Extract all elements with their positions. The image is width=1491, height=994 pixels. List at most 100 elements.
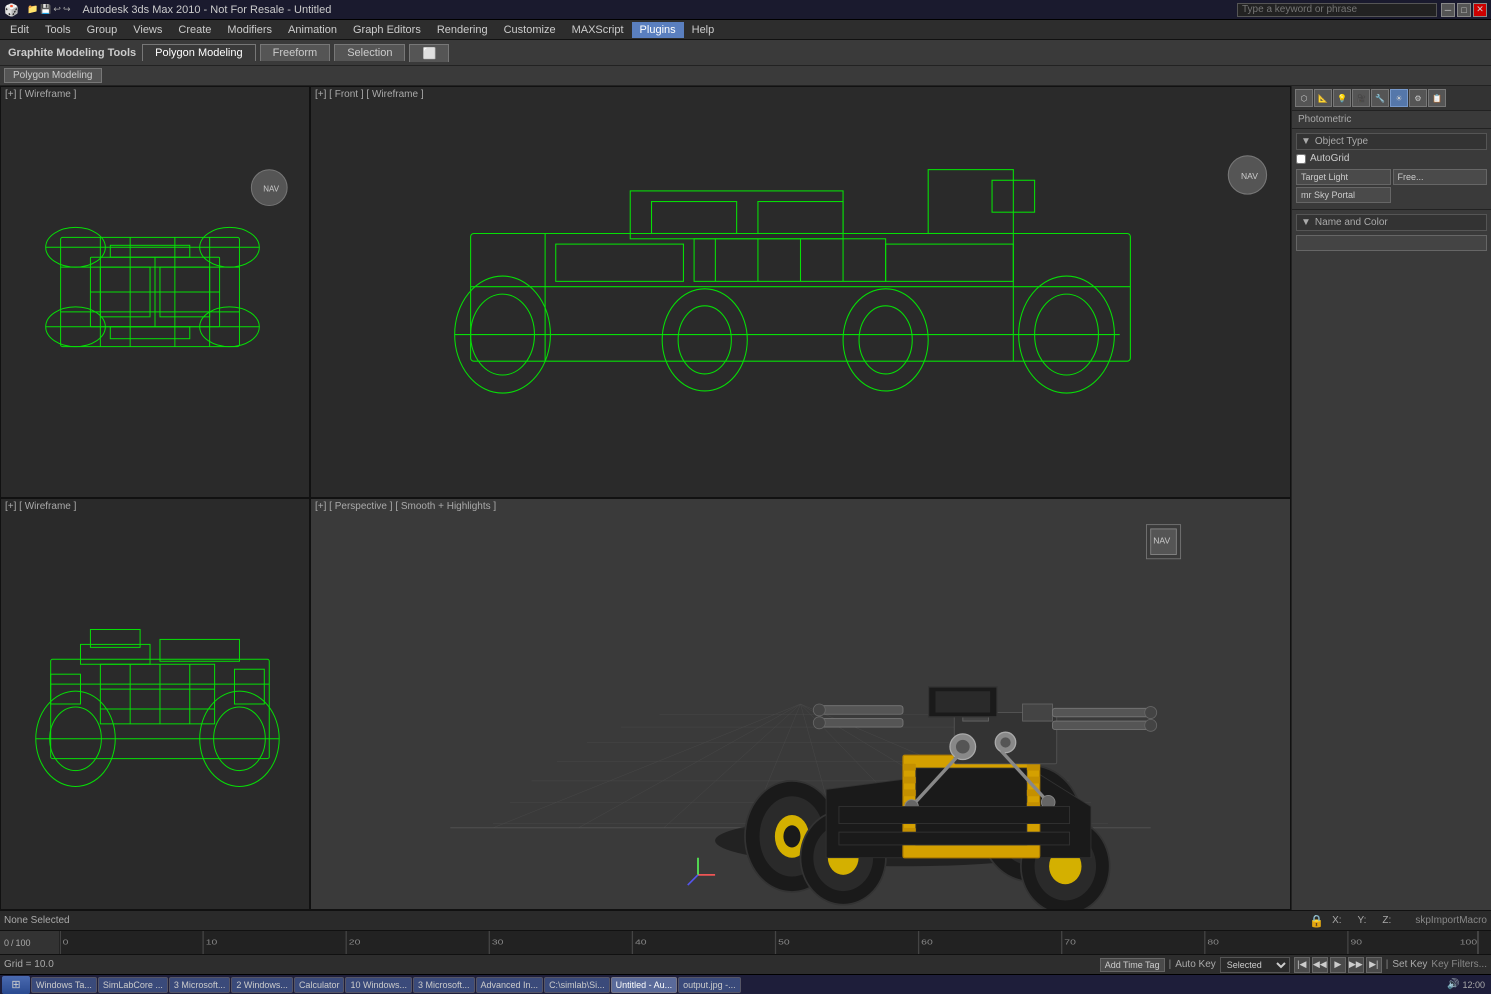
menu-help[interactable]: Help — [684, 22, 723, 38]
menu-tools[interactable]: Tools — [37, 22, 79, 38]
tab-freeform[interactable]: Freeform — [260, 44, 331, 61]
object-type-header[interactable]: ▼ Object Type — [1296, 133, 1487, 150]
taskbar-windows10[interactable]: 10 Windows... — [345, 977, 412, 993]
svg-text:90: 90 — [1351, 938, 1363, 946]
name-color-collapse-icon: ▼ — [1301, 217, 1311, 228]
svg-text:NAV: NAV — [1153, 535, 1170, 545]
sound-icon[interactable]: 🔊 — [1447, 979, 1459, 990]
taskbar-simlab[interactable]: SimLabCore ... — [98, 977, 168, 993]
perspective-svg: NAV — [311, 499, 1290, 909]
menu-rendering[interactable]: Rendering — [429, 22, 496, 38]
menu-group[interactable]: Group — [79, 22, 126, 38]
y-coord-label: Y: — [1358, 915, 1367, 926]
timeline-ticks-svg: 0 10 20 30 40 50 60 70 80 90 100 — [60, 931, 1491, 954]
panel-icon-6[interactable]: ☀ — [1390, 89, 1408, 107]
taskbar-windows2[interactable]: 2 Windows... — [231, 977, 293, 993]
macro-text: skpImportMacro — [1415, 915, 1487, 926]
viewport-perspective[interactable]: [+] [ Perspective ] [ Smooth + Highlight… — [310, 498, 1291, 910]
vp-top-left-label: [+] [ Wireframe ] — [5, 89, 76, 100]
status-bar: None Selected 🔒 X: Y: Z: skpImportMacro — [0, 910, 1491, 930]
panel-icon-1[interactable]: ⬡ — [1295, 89, 1313, 107]
search-input[interactable] — [1237, 3, 1437, 17]
keyfilters-label: Key Filters... — [1431, 959, 1487, 970]
tab-polygon-modeling[interactable]: Polygon Modeling — [142, 44, 255, 61]
z-coord-label: Z: — [1382, 915, 1391, 926]
next-frame-button[interactable]: ▶▶ — [1348, 957, 1364, 973]
viewport-bottom-left[interactable]: [+] [ Wireframe ] — [0, 498, 310, 910]
taskbar-microsoft2[interactable]: 3 Microsoft... — [413, 977, 475, 993]
menu-graph-editors[interactable]: Graph Editors — [345, 22, 429, 38]
menu-create[interactable]: Create — [170, 22, 219, 38]
polygon-modeling-tab[interactable]: Polygon Modeling — [4, 68, 102, 83]
svg-text:NAV: NAV — [263, 185, 279, 194]
autokey-dropdown[interactable]: Selected — [1220, 957, 1290, 973]
panel-icon-3[interactable]: 💡 — [1333, 89, 1351, 107]
autogrid-checkbox[interactable] — [1296, 154, 1306, 164]
wireframe-front-svg: NAV — [311, 87, 1290, 497]
panel-icon-4[interactable]: 🎥 — [1352, 89, 1370, 107]
prev-frame-button[interactable]: ◀◀ — [1312, 957, 1328, 973]
light-buttons: Target Light Free... mr Sky Portal — [1296, 167, 1487, 205]
autokey-label: Auto Key — [1175, 959, 1216, 970]
svg-text:80: 80 — [1207, 938, 1219, 946]
timeline: 0 / 100 0 10 20 30 40 50 60 70 80 90 — [0, 930, 1491, 954]
timeline-start-label: 0 — [4, 938, 9, 948]
panel-icon-7[interactable]: ⚙ — [1409, 89, 1427, 107]
title-bar-left: 🎲 📁 💾 ↩ ↪ Autodesk 3ds Max 2010 - Not Fo… — [4, 3, 331, 17]
menu-edit[interactable]: Edit — [2, 22, 37, 38]
maximize-button[interactable]: □ — [1457, 3, 1471, 17]
target-light-button[interactable]: Target Light — [1296, 169, 1391, 185]
svg-text:100: 100 — [1460, 938, 1477, 946]
playback-controls: |◀ ◀◀ ▶ ▶▶ ▶| — [1294, 957, 1382, 973]
taskbar-output-jpg[interactable]: output.jpg -... — [678, 977, 741, 993]
viewports-grid: [+] [ Wireframe ] — [0, 86, 1291, 910]
name-color-header[interactable]: ▼ Name and Color — [1296, 214, 1487, 231]
right-panel: ⬡ 📐 💡 🎥 🔧 ☀ ⚙ 📋 Photometric ▼ Object Typ… — [1291, 86, 1491, 910]
minimize-button[interactable]: ─ — [1441, 3, 1455, 17]
bottom-controls-bar: Grid = 10.0 Add Time Tag | Auto Key Sele… — [0, 954, 1491, 974]
taskbar-calculator[interactable]: Calculator — [294, 977, 345, 993]
wireframe-top-svg: NAV — [1, 87, 309, 497]
svg-text:40: 40 — [635, 938, 647, 946]
secondary-toolbar: Polygon Modeling — [0, 66, 1491, 86]
timeline-end-label: 100 — [16, 938, 31, 948]
add-time-tag-btn[interactable]: Add Time Tag — [1100, 958, 1165, 972]
menu-customize[interactable]: Customize — [496, 22, 564, 38]
menu-views[interactable]: Views — [125, 22, 170, 38]
menu-modifiers[interactable]: Modifiers — [219, 22, 280, 38]
free-light-button[interactable]: Free... — [1393, 169, 1488, 185]
tab-selection[interactable]: Selection — [334, 44, 405, 61]
start-button[interactable]: ⊞ — [2, 976, 30, 994]
panel-icon-5[interactable]: 🔧 — [1371, 89, 1389, 107]
svg-text:20: 20 — [349, 938, 361, 946]
title-bar-icons: 📁 💾 ↩ ↪ — [27, 4, 71, 15]
go-to-end-button[interactable]: ▶| — [1366, 957, 1382, 973]
x-coord-label: X: — [1332, 915, 1341, 926]
taskbar-windows-ta[interactable]: Windows Ta... — [31, 977, 97, 993]
taskbar-untitled-au[interactable]: Untitled - Au... — [611, 977, 678, 993]
modeling-toolbar-label: Graphite Modeling Tools — [4, 47, 140, 59]
panel-icon-2[interactable]: 📐 — [1314, 89, 1332, 107]
collapse-icon: ▼ — [1301, 136, 1311, 147]
name-color-section: ▼ Name and Color — [1292, 209, 1491, 255]
taskbar-advanced[interactable]: Advanced In... — [476, 977, 544, 993]
mr-sky-portal-button[interactable]: mr Sky Portal — [1296, 187, 1391, 203]
timeline-start: 0 / 100 — [0, 931, 60, 954]
panel-icon-8[interactable]: 📋 — [1428, 89, 1446, 107]
viewport-top-right[interactable]: [+] [ Front ] [ Wireframe ] — [310, 86, 1291, 498]
setkey-label: Set Key — [1392, 959, 1427, 970]
svg-text:30: 30 — [492, 938, 504, 946]
play-button[interactable]: ▶ — [1330, 957, 1346, 973]
menu-plugins[interactable]: Plugins — [632, 22, 684, 38]
viewport-top-left[interactable]: [+] [ Wireframe ] — [0, 86, 310, 498]
taskbar-simlab-path[interactable]: C:\simlab\Si... — [544, 977, 610, 993]
go-to-start-button[interactable]: |◀ — [1294, 957, 1310, 973]
menu-animation[interactable]: Animation — [280, 22, 345, 38]
taskbar-microsoft1[interactable]: 3 Microsoft... — [169, 977, 231, 993]
timeline-track[interactable]: 0 10 20 30 40 50 60 70 80 90 100 — [60, 931, 1491, 954]
close-button[interactable]: ✕ — [1473, 3, 1487, 17]
tab-options[interactable]: ⬜ — [409, 44, 449, 62]
menu-bar: Edit Tools Group Views Create Modifiers … — [0, 20, 1491, 40]
svg-text:10: 10 — [206, 938, 218, 946]
menu-maxscript[interactable]: MAXScript — [564, 22, 632, 38]
